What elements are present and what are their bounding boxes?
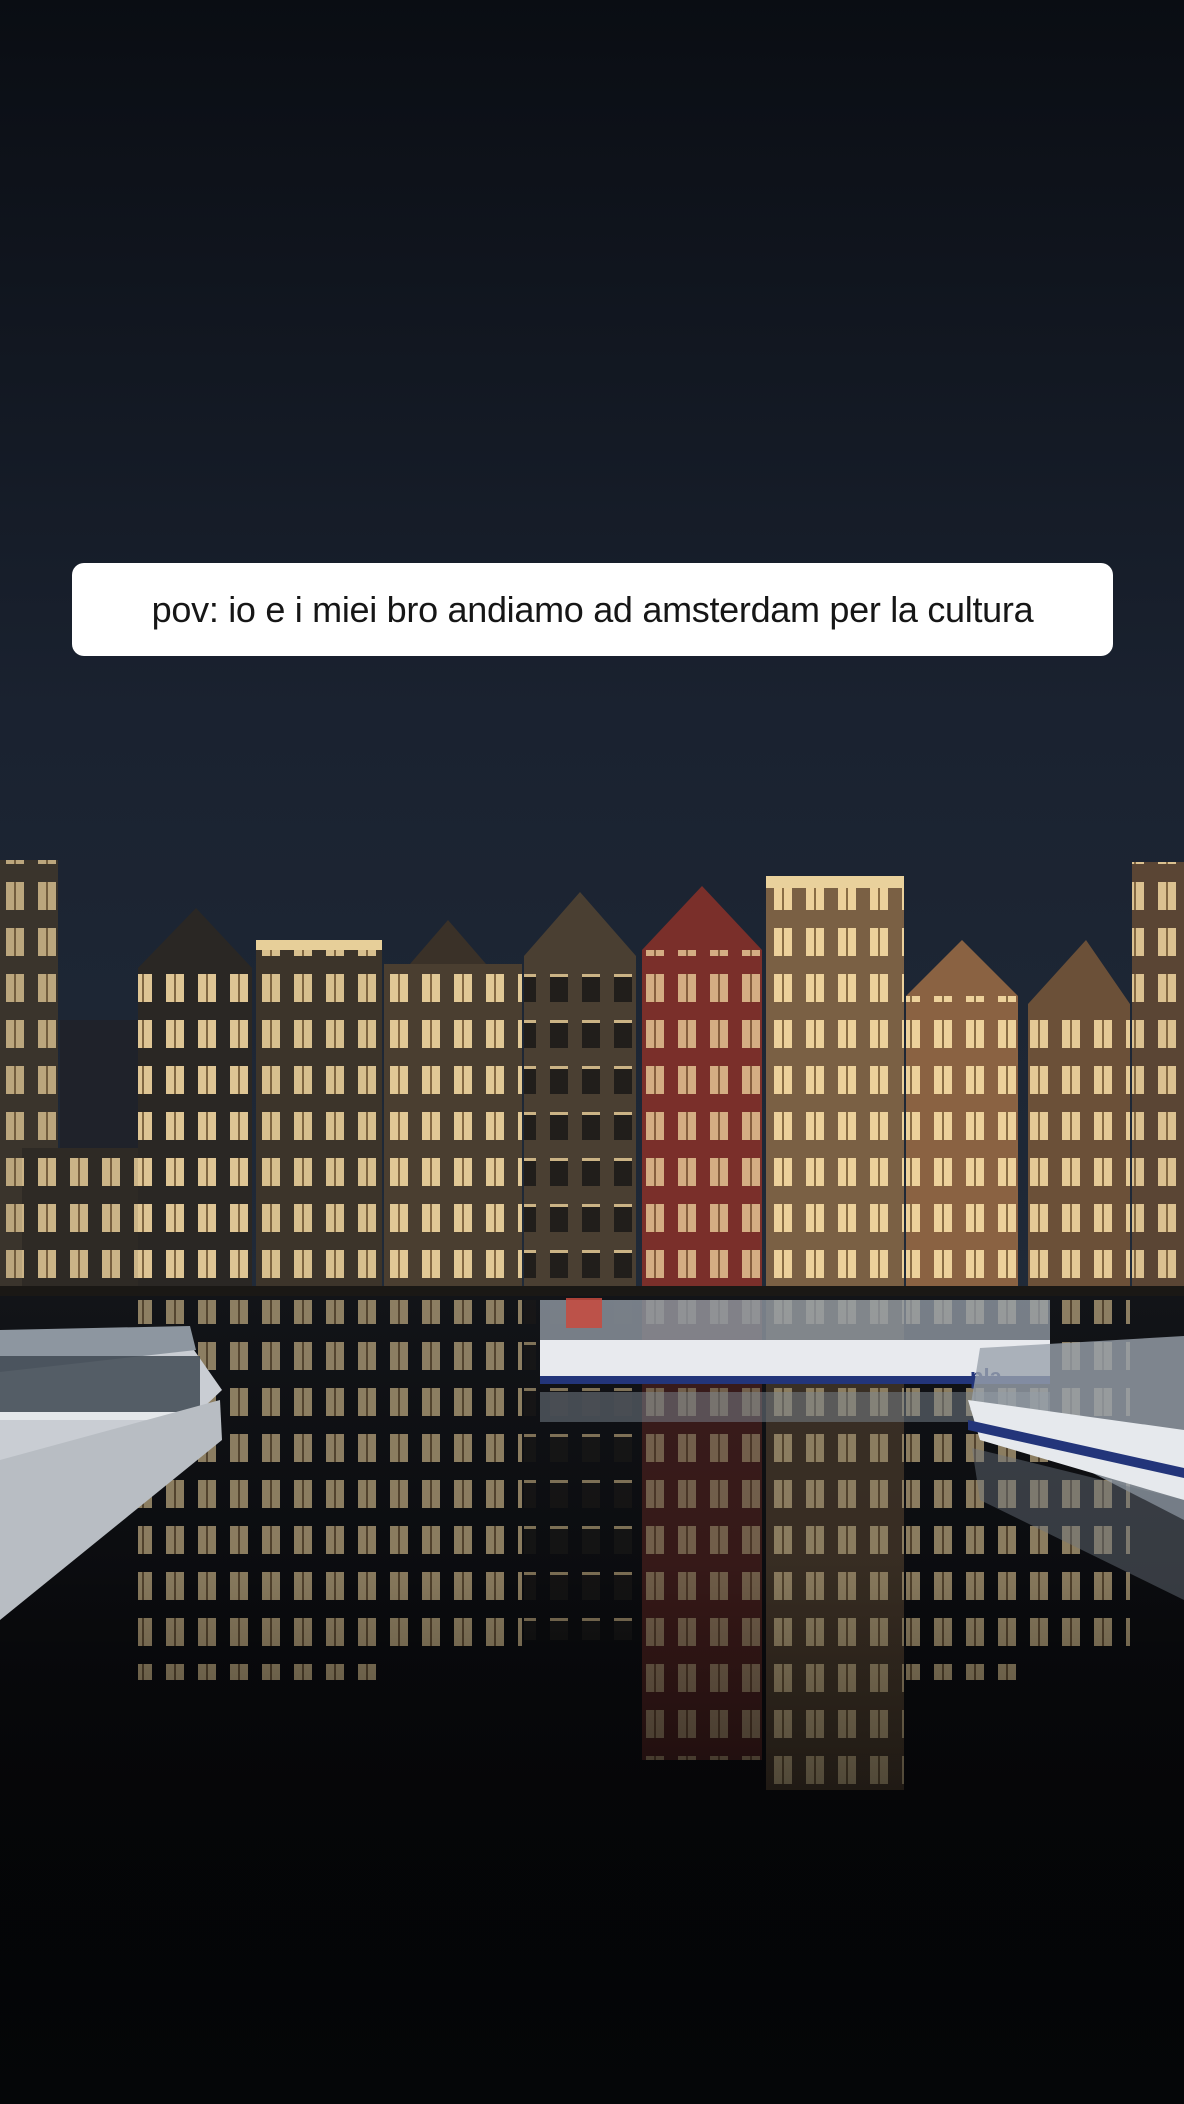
caption-text: pov: io e i miei bro andiamo ad amsterda… xyxy=(151,588,1034,630)
amsterdam-night-photo: pla xyxy=(0,0,1184,2104)
quay xyxy=(0,1286,1184,1296)
video-frame: pla pov: io e i miei bro andiamo ad amst… xyxy=(0,0,1184,2104)
caption-box: pov: io e i miei bro andiamo ad amsterda… xyxy=(72,563,1113,656)
